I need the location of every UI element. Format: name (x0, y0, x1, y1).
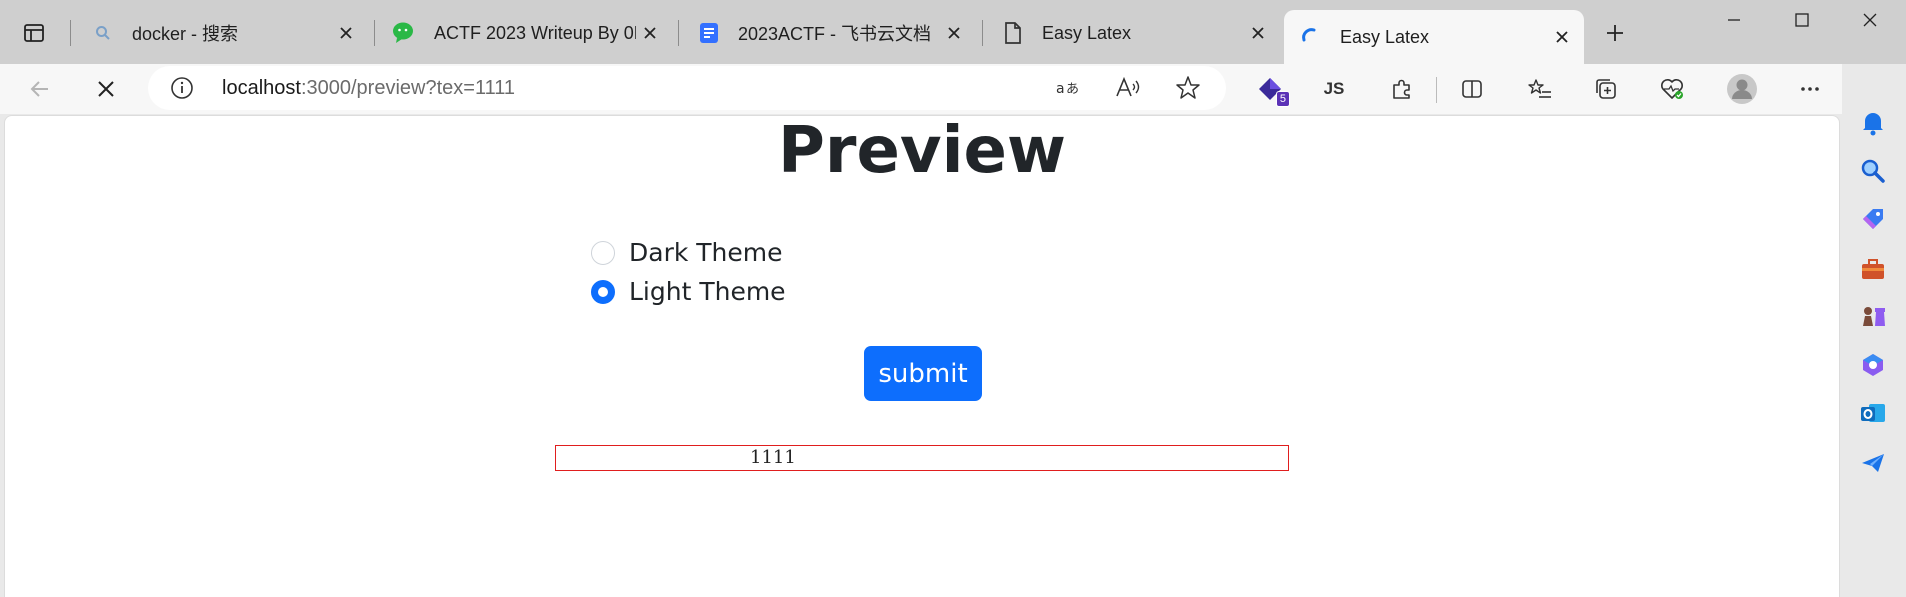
shopping-tag-icon[interactable] (1858, 204, 1888, 234)
tab-separator (374, 20, 375, 46)
tab-actions-icon (24, 24, 44, 42)
browser-toolbar: localhost:3000/preview?tex=1111 aあ 5 JS (0, 64, 1906, 114)
browser-essentials-button[interactable] (1652, 69, 1692, 109)
new-tab-button[interactable] (1598, 16, 1632, 50)
light-theme-option[interactable]: Light Theme (591, 277, 786, 306)
tab-title: Easy Latex (1340, 26, 1430, 47)
maximize-icon (1795, 13, 1809, 27)
tab-close-icon[interactable] (332, 19, 360, 47)
microsoft-365-icon[interactable] (1858, 350, 1888, 380)
tab-close-icon[interactable] (1548, 23, 1576, 51)
search-icon (90, 20, 116, 46)
tab-easy-latex-active[interactable]: Easy Latex (1284, 10, 1584, 64)
tab-easy-latex[interactable]: Easy Latex (986, 16, 1280, 50)
favorites-list-icon (1528, 79, 1551, 98)
favorites-button[interactable] (1520, 69, 1560, 109)
tab-close-icon[interactable] (636, 19, 664, 47)
minimize-button[interactable] (1702, 0, 1766, 40)
tab-title: docker - 搜索 (132, 24, 239, 44)
tab-docker-search[interactable]: docker - 搜索 (76, 16, 368, 50)
url-host: localhost (222, 77, 301, 99)
extension-badge: 5 (1275, 91, 1290, 107)
page-title: Preview (777, 114, 1067, 188)
send-paper-plane-icon[interactable] (1858, 448, 1888, 478)
svg-text:a: a (1056, 81, 1065, 97)
dark-theme-radio[interactable] (591, 240, 615, 265)
close-icon (98, 81, 114, 97)
address-bar[interactable]: localhost:3000/preview?tex=1111 aあ (148, 66, 1226, 110)
light-theme-label: Light Theme (629, 277, 786, 306)
collections-button[interactable] (1586, 69, 1626, 109)
tab-strip: docker - 搜索 ACTF 2023 Writeup By 0RAYS 2… (0, 0, 1906, 64)
minimize-icon (1728, 19, 1740, 21)
wechat-icon (392, 20, 418, 46)
tab-close-icon[interactable] (940, 19, 968, 47)
more-dots-icon (1801, 87, 1819, 91)
favorite-star-icon[interactable] (1174, 74, 1202, 102)
edge-sidebar (1842, 64, 1906, 597)
plus-icon (1607, 25, 1623, 41)
tools-briefcase-icon[interactable] (1858, 254, 1888, 284)
split-screen-button[interactable] (1452, 69, 1492, 109)
maximize-button[interactable] (1770, 0, 1834, 40)
toolbar-divider (1436, 77, 1437, 103)
profile-button[interactable] (1722, 69, 1762, 109)
extension-button[interactable]: 5 (1250, 69, 1290, 109)
back-arrow-icon (30, 81, 48, 97)
collections-icon (1596, 79, 1616, 99)
tab-separator (678, 20, 679, 46)
page-icon (1000, 20, 1026, 46)
avatar (1727, 74, 1757, 104)
tab-title: ACTF 2023 Writeup By 0RAYS (434, 22, 636, 43)
outlook-icon[interactable] (1858, 398, 1888, 428)
tab-separator (982, 20, 983, 46)
close-icon (1863, 13, 1877, 27)
document-icon (696, 20, 722, 46)
tab-actions-button[interactable] (14, 18, 54, 48)
js-extension-button[interactable]: JS (1314, 69, 1354, 109)
extensions-button[interactable] (1382, 69, 1422, 109)
split-screen-icon (1462, 80, 1482, 98)
loading-icon (1298, 24, 1324, 50)
url-text[interactable]: localhost:3000/preview?tex=1111 (222, 76, 515, 100)
latex-render-output: 1111 (555, 445, 1289, 471)
tab-title: 2023ACTF - 飞书云文档 (738, 24, 932, 44)
notifications-bell-icon[interactable] (1858, 108, 1888, 138)
heart-pulse-icon (1661, 79, 1683, 99)
search-icon[interactable] (1858, 156, 1888, 186)
tab-close-icon[interactable] (1244, 19, 1272, 47)
back-button[interactable] (20, 69, 60, 109)
light-theme-radio[interactable] (591, 279, 615, 304)
rendered-latex-text: 1111 (750, 447, 796, 468)
page-viewport: Preview Dark Theme Light Theme submit 11… (4, 114, 1840, 597)
tab-separator (70, 20, 71, 46)
translate-icon[interactable]: aあ (1054, 74, 1082, 102)
dark-theme-option[interactable]: Dark Theme (591, 238, 783, 267)
tab-actf-writeup[interactable]: ACTF 2023 Writeup By 0RAYS (378, 16, 672, 50)
read-aloud-icon[interactable] (1114, 74, 1142, 102)
tab-title: Easy Latex (1042, 22, 1132, 43)
svg-text:あ: あ (1066, 82, 1079, 97)
puzzle-icon (1393, 79, 1410, 99)
info-icon[interactable] (170, 76, 194, 100)
stop-loading-button[interactable] (86, 69, 126, 109)
dark-theme-label: Dark Theme (629, 238, 783, 267)
submit-button[interactable]: submit (864, 346, 982, 401)
tab-feishu-doc[interactable]: 2023ACTF - 飞书云文档 (682, 16, 976, 50)
settings-more-button[interactable] (1790, 69, 1830, 109)
games-chess-icon[interactable] (1858, 302, 1888, 332)
window-close-button[interactable] (1838, 0, 1902, 40)
js-extension-label: JS (1323, 79, 1345, 98)
url-path: :3000/preview?tex=1111 (300, 77, 515, 99)
